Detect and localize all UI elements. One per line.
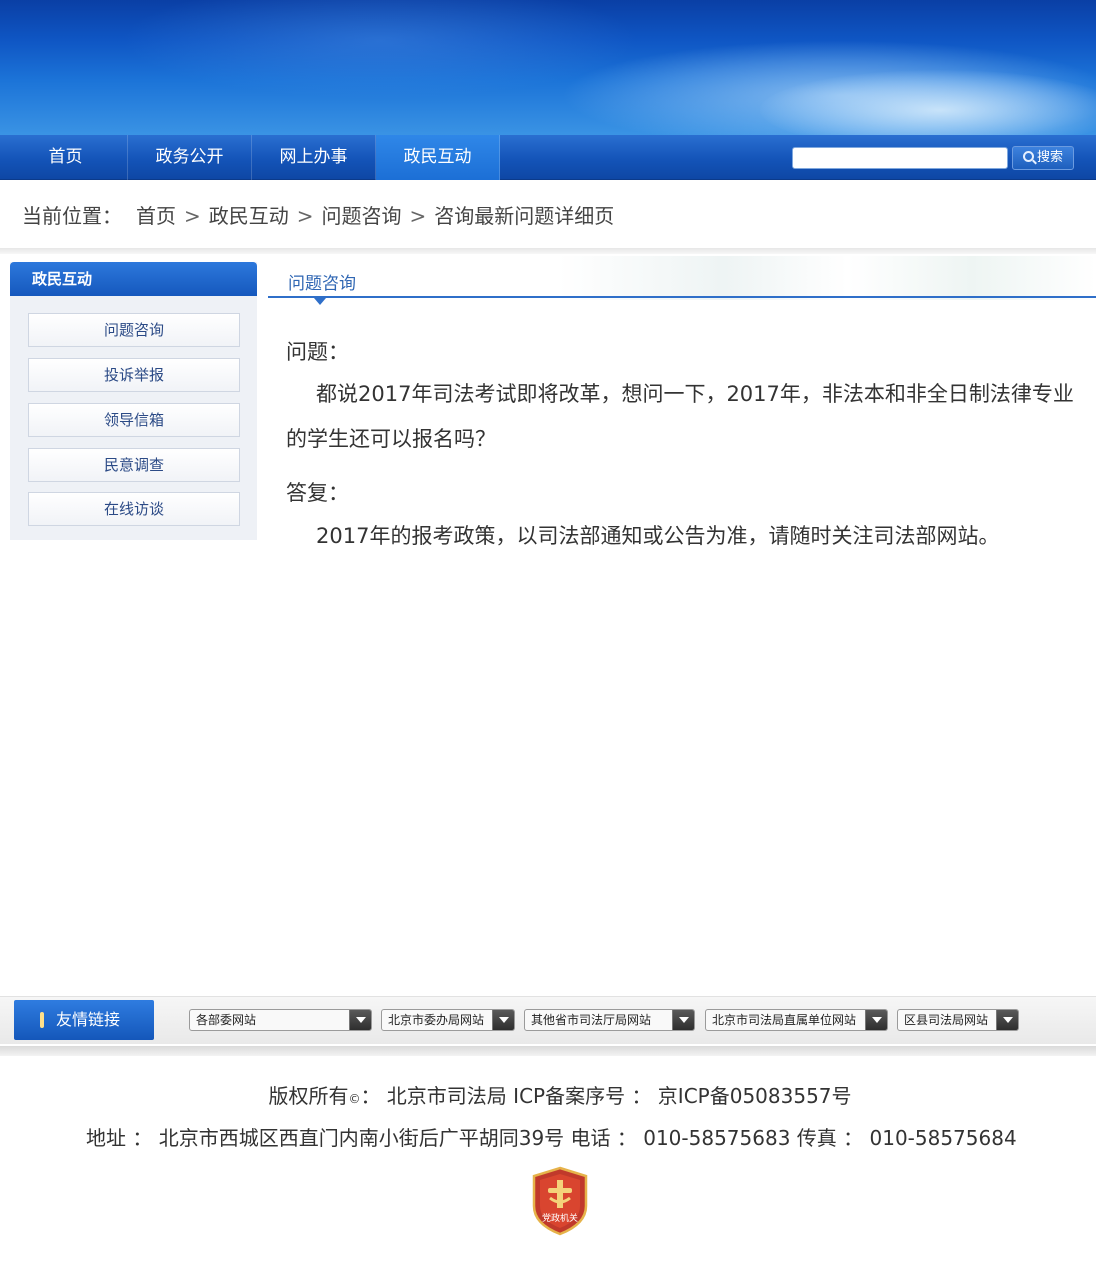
tab-consult[interactable]: 问题咨询 xyxy=(288,269,356,294)
nav-item-government-affairs[interactable]: 政务公开 xyxy=(128,135,252,180)
breadcrumb-item-interaction[interactable]: 政民互动 xyxy=(209,204,289,228)
breadcrumb-item-home[interactable]: 首页 xyxy=(136,204,176,228)
search-icon xyxy=(1022,151,1034,162)
link-select-label: 北京市司法局直属单位网站 xyxy=(712,1013,857,1027)
question-text: 都说2017年司法考试即将改革，想问一下，2017年，非法本和非全日制法律专业的… xyxy=(286,382,1074,451)
breadcrumb-separator: > xyxy=(296,204,314,228)
link-select-label: 各部委网站 xyxy=(196,1013,257,1027)
sidebar-item-mailbox[interactable]: 领导信箱 xyxy=(28,403,240,437)
title-bar-icon xyxy=(40,1012,44,1028)
sidebar-item-survey[interactable]: 民意调查 xyxy=(28,448,240,482)
nav-item-home[interactable]: 首页 xyxy=(4,135,128,180)
link-select-label: 其他省市司法厅局网站 xyxy=(531,1013,652,1027)
link-select-district-bureaus[interactable]: 区县司法局网站 xyxy=(897,1009,1019,1031)
search-button[interactable]: 搜索 xyxy=(1012,146,1074,170)
answer-label: 答复： xyxy=(286,481,349,505)
copyright-mark: © xyxy=(348,1092,361,1106)
government-agency-emblem-icon[interactable]: 党政机关 xyxy=(530,1166,590,1236)
breadcrumb-lead: 当前位置： xyxy=(22,204,122,228)
footer-divider xyxy=(0,1046,1096,1056)
sidebar-item-interview[interactable]: 在线访谈 xyxy=(28,492,240,526)
main-nav: 首页 政务公开 网上办事 政民互动 搜索 xyxy=(0,135,1096,180)
sidebar-item-consult[interactable]: 问题咨询 xyxy=(28,313,240,347)
nav-item-online-services[interactable]: 网上办事 xyxy=(252,135,376,180)
sidebar-item-complaint[interactable]: 投诉举报 xyxy=(28,358,240,392)
emblem-text: 党政机关 xyxy=(542,1212,578,1224)
tab-pointer-icon xyxy=(314,298,326,305)
answer-text: 2017年的报考政策，以司法部通知或公告为准，请随时关注司法部网站。 xyxy=(316,524,1000,548)
dropdown-arrow-icon xyxy=(996,1010,1018,1030)
nav-item-interaction[interactable]: 政民互动 xyxy=(376,135,500,180)
copyright-prefix: 版权所有 xyxy=(268,1084,349,1108)
banner-glow xyxy=(120,0,640,100)
search-input[interactable] xyxy=(792,147,1008,169)
footer-copyright: 版权所有©： 北京市司法局 ICP备案序号 ： 京ICP备05083557号 xyxy=(0,1080,1096,1109)
breadcrumb-item-consult[interactable]: 问题咨询 xyxy=(322,204,402,228)
dropdown-arrow-icon xyxy=(865,1010,887,1030)
link-select-city-bureaus[interactable]: 北京市委办局网站 xyxy=(381,1009,515,1031)
dropdown-arrow-icon xyxy=(492,1010,514,1030)
search-button-label: 搜索 xyxy=(1036,150,1063,165)
link-select-label: 区县司法局网站 xyxy=(904,1013,989,1027)
breadcrumb-separator: > xyxy=(184,204,201,228)
footer-address: 地址 ： 北京市西城区西直门内南小街后广平胡同39号 电话 ： 010-5857… xyxy=(86,1126,1017,1150)
breadcrumb-item-current: 咨询最新问题详细页 xyxy=(434,204,615,228)
tab-underline xyxy=(268,296,1096,298)
friend-links-title: 友情链接 xyxy=(14,1000,154,1040)
sidebar-title: 政民互动 xyxy=(10,262,257,296)
breadcrumb: 当前位置： 首页 > 政民互动 > 问题咨询 > 咨询最新问题详细页 xyxy=(22,200,614,229)
content-tab-header xyxy=(268,256,1096,300)
friend-links-label: 友情链接 xyxy=(56,1010,121,1029)
question-label: 问题： xyxy=(286,340,349,364)
header-banner xyxy=(0,0,1096,135)
link-select-affiliated-units[interactable]: 北京市司法局直属单位网站 xyxy=(705,1009,888,1031)
link-select-label: 北京市委办局网站 xyxy=(388,1013,485,1027)
link-select-ministries[interactable]: 各部委网站 xyxy=(189,1009,372,1031)
dropdown-arrow-icon xyxy=(672,1010,694,1030)
link-select-other-provinces[interactable]: 其他省市司法厅局网站 xyxy=(524,1009,695,1031)
sidebar: 政民互动 问题咨询 投诉举报 领导信箱 民意调查 在线访谈 xyxy=(10,262,257,540)
divider xyxy=(0,248,1096,254)
dropdown-arrow-icon xyxy=(349,1010,371,1030)
copyright-rest: ： 北京市司法局 ICP备案序号 ： 京ICP备05083557号 xyxy=(360,1084,852,1108)
breadcrumb-separator: > xyxy=(409,204,427,228)
